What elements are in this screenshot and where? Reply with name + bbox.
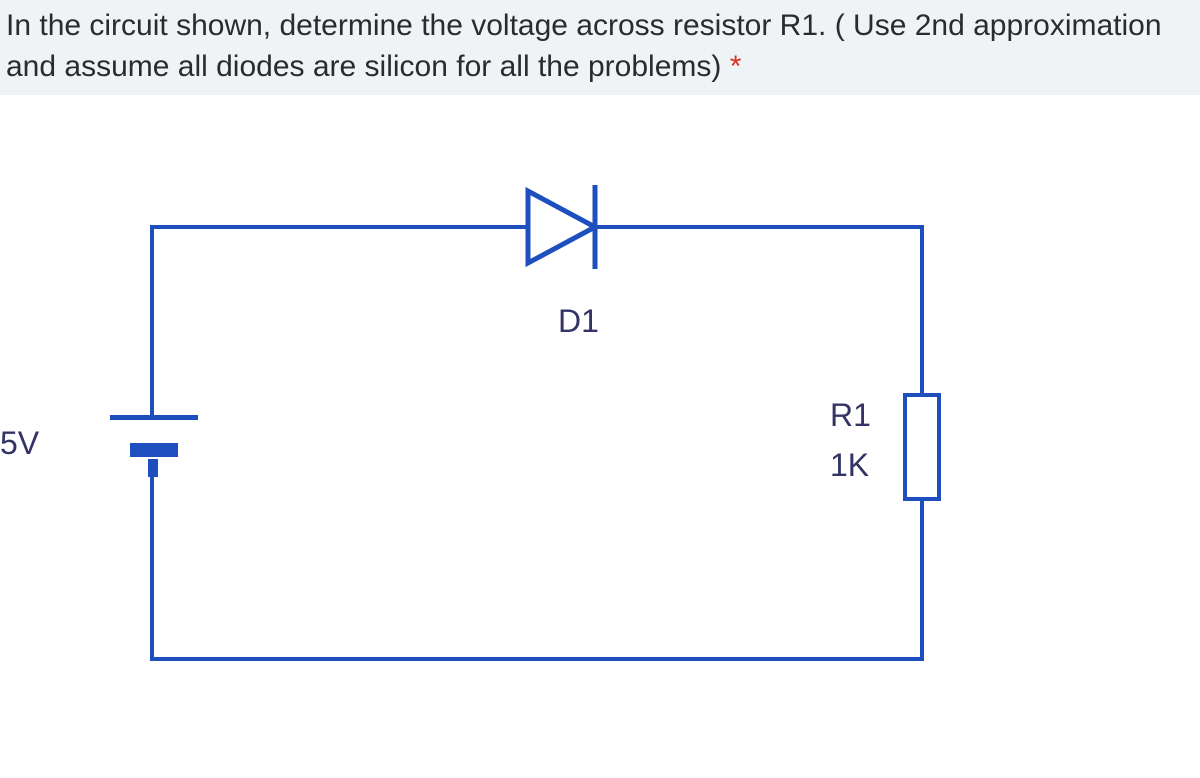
question-container: In the circuit shown, determine the volt… (0, 0, 1200, 95)
resistor-icon (903, 393, 941, 501)
resistor-name-label: R1 (830, 397, 871, 434)
diode-label: D1 (558, 303, 599, 340)
source-voltage-label: 5V (0, 425, 39, 462)
diode-icon (510, 177, 630, 277)
resistor-value-label: 1K (830, 447, 869, 484)
wire (920, 500, 924, 660)
wire (150, 657, 924, 661)
battery-terminal (150, 395, 154, 417)
battery-terminal (148, 459, 158, 477)
wire (150, 475, 154, 657)
battery-positive-plate (110, 415, 198, 420)
battery-negative-plate (130, 443, 178, 457)
wire (920, 225, 924, 393)
wire (620, 225, 920, 229)
question-text: In the circuit shown, determine the volt… (6, 9, 1162, 83)
wire (150, 225, 518, 229)
wire (150, 225, 154, 415)
circuit-diagram: 5V D1 R1 1K (0, 95, 1200, 745)
required-asterisk: * (730, 50, 742, 83)
